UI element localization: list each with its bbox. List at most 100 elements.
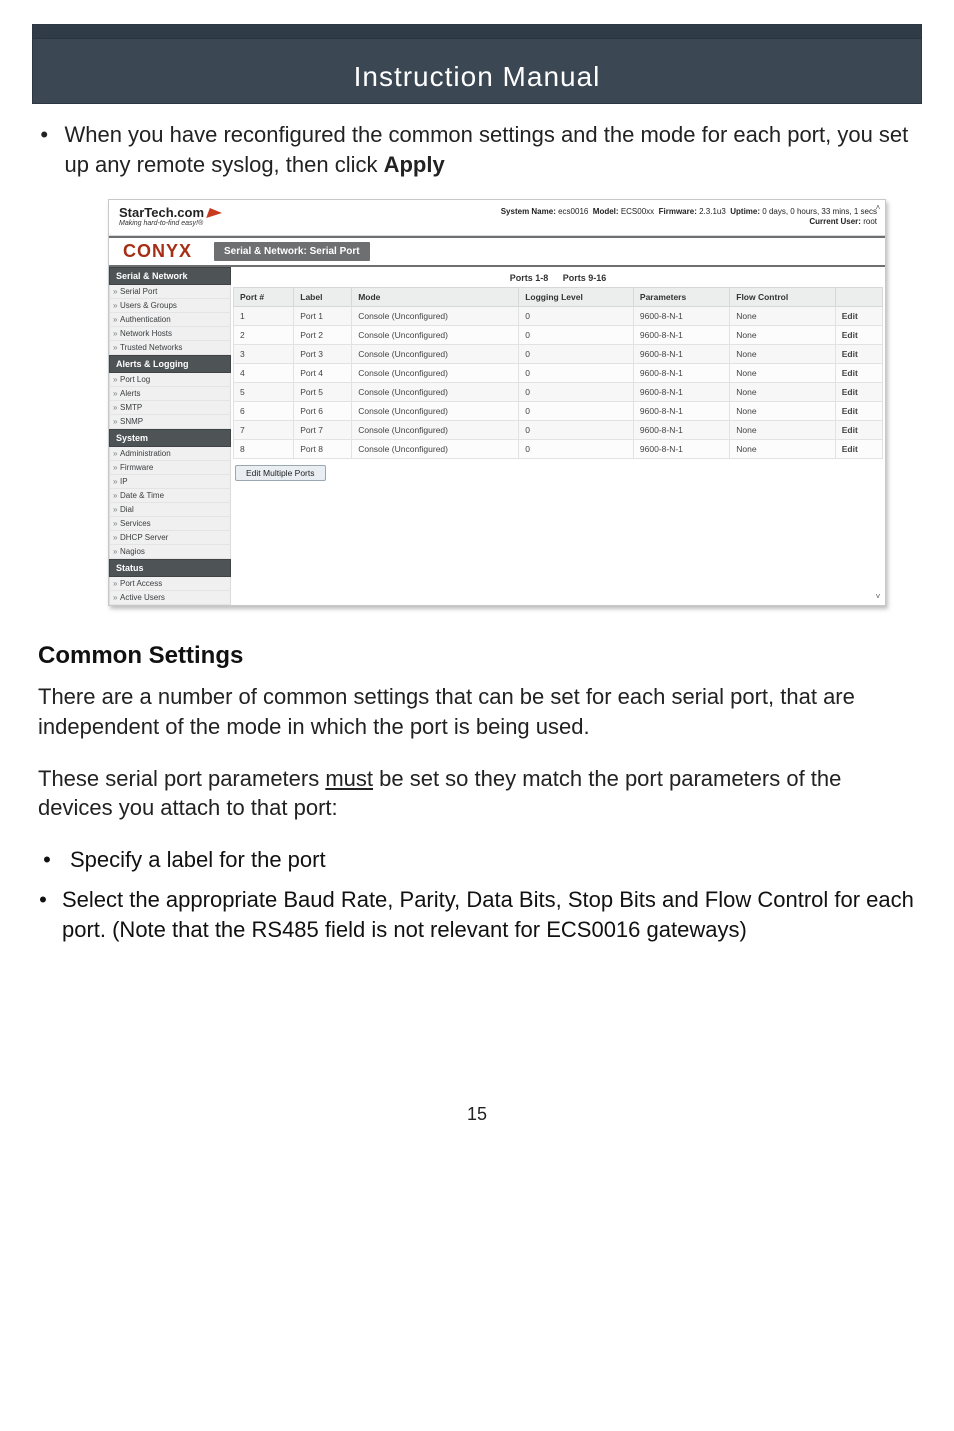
sys-uptime-label: Uptime: (730, 207, 760, 216)
section-title: Serial & Network: Serial Port (214, 242, 370, 261)
sidebar-item-nagios[interactable]: Nagios (109, 545, 231, 559)
col-label: Label (294, 288, 352, 307)
sidebar-item-date-time[interactable]: Date & Time (109, 489, 231, 503)
ports-table: Port # Label Mode Logging Level Paramete… (233, 287, 883, 459)
sidebar-item-snmp[interactable]: SNMP (109, 415, 231, 429)
logo-text: StarTech.com (119, 206, 204, 219)
sidebar-item-administration[interactable]: Administration (109, 447, 231, 461)
cell-logging: 0 (519, 402, 634, 421)
col-logging: Logging Level (519, 288, 634, 307)
cell-logging: 0 (519, 345, 634, 364)
edit-link[interactable]: Edit (835, 421, 882, 440)
cell-params: 9600-8-N-1 (633, 326, 729, 345)
sidebar-item-active-users[interactable]: Active Users (109, 591, 231, 605)
cell-params: 9600-8-N-1 (633, 421, 729, 440)
sys-uptime: 0 days, 0 hours, 33 mins, 1 secs (762, 207, 877, 216)
col-edit (835, 288, 882, 307)
cell-flow: None (730, 440, 835, 459)
cell-mode: Console (Unconfigured) (352, 307, 519, 326)
tab-ports-9-16[interactable]: Ports 9-16 (563, 273, 607, 283)
edit-link[interactable]: Edit (835, 402, 882, 421)
sidebar-item-port-access[interactable]: Port Access (109, 577, 231, 591)
bullet-icon: • (38, 885, 48, 944)
cell-port: 8 (234, 440, 294, 459)
col-params: Parameters (633, 288, 729, 307)
sidebar-item-users-groups[interactable]: Users & Groups (109, 299, 231, 313)
cell-flow: None (730, 383, 835, 402)
cell-params: 9600-8-N-1 (633, 402, 729, 421)
sidebar-item-firmware[interactable]: Firmware (109, 461, 231, 475)
sidebar-item-smtp[interactable]: SMTP (109, 401, 231, 415)
cell-label: Port 7 (294, 421, 352, 440)
sys-user: root (863, 217, 877, 226)
cell-label: Port 4 (294, 364, 352, 383)
cell-port: 2 (234, 326, 294, 345)
cell-mode: Console (Unconfigured) (352, 402, 519, 421)
cell-mode: Console (Unconfigured) (352, 440, 519, 459)
sidebar-item-services[interactable]: Services (109, 517, 231, 531)
cell-params: 9600-8-N-1 (633, 440, 729, 459)
cell-params: 9600-8-N-1 (633, 383, 729, 402)
cell-port: 6 (234, 402, 294, 421)
section-heading: Common Settings (38, 642, 916, 670)
edit-link[interactable]: Edit (835, 345, 882, 364)
table-row: 4Port 4Console (Unconfigured)09600-8-N-1… (234, 364, 883, 383)
edit-link[interactable]: Edit (835, 326, 882, 345)
cell-logging: 0 (519, 440, 634, 459)
sidebar-item-dhcp-server[interactable]: DHCP Server (109, 531, 231, 545)
cell-flow: None (730, 345, 835, 364)
cell-mode: Console (Unconfigured) (352, 345, 519, 364)
sidebar-item-network-hosts[interactable]: Network Hosts (109, 327, 231, 341)
sidebar-item-trusted-networks[interactable]: Trusted Networks (109, 341, 231, 355)
paragraph-1: There are a number of common settings th… (38, 682, 916, 741)
edit-link[interactable]: Edit (835, 440, 882, 459)
sys-name: ecs0016 (558, 207, 588, 216)
cell-params: 9600-8-N-1 (633, 364, 729, 383)
cell-port: 5 (234, 383, 294, 402)
table-row: 3Port 3Console (Unconfigured)09600-8-N-1… (234, 345, 883, 364)
sidebar-section-system: System (109, 429, 231, 447)
sidebar-section-alerts-logging: Alerts & Logging (109, 355, 231, 373)
bullet-1: • Specify a label for the port (38, 845, 916, 875)
intro-bullet: • When you have reconfigured the common … (38, 120, 916, 179)
cell-label: Port 1 (294, 307, 352, 326)
cell-flow: None (730, 307, 835, 326)
sidebar-item-serial-port[interactable]: Serial Port (109, 285, 231, 299)
bullet-1-text: Specify a label for the port (70, 845, 326, 875)
system-info: System Name: ecs0016 Model: ECS00xx Firm… (501, 207, 877, 228)
cell-label: Port 2 (294, 326, 352, 345)
sys-user-label: Current User: (809, 217, 861, 226)
cell-port: 1 (234, 307, 294, 326)
cell-label: Port 6 (294, 402, 352, 421)
para2-underline: must (325, 766, 373, 791)
bullet-2: • Select the appropriate Baud Rate, Pari… (38, 885, 916, 944)
cell-params: 9600-8-N-1 (633, 307, 729, 326)
scroll-down-icon[interactable]: ˅ (873, 592, 883, 602)
edit-multiple-ports-button[interactable]: Edit Multiple Ports (235, 465, 326, 481)
logo-subtitle: Making hard-to-find easy!® (119, 220, 222, 227)
table-row: 6Port 6Console (Unconfigured)09600-8-N-1… (234, 402, 883, 421)
sidebar-section-serial-network: Serial & Network (109, 267, 231, 285)
edit-link[interactable]: Edit (835, 383, 882, 402)
cell-flow: None (730, 326, 835, 345)
sidebar-item-dial[interactable]: Dial (109, 503, 231, 517)
sidebar: Serial & Network Serial Port Users & Gro… (109, 267, 231, 605)
sidebar-item-alerts[interactable]: Alerts (109, 387, 231, 401)
port-tabs: Ports 1-8 Ports 9-16 (233, 267, 883, 287)
edit-link[interactable]: Edit (835, 307, 882, 326)
cell-logging: 0 (519, 421, 634, 440)
logo: StarTech.com (119, 206, 222, 219)
header-bar: Instruction Manual (32, 24, 922, 104)
tab-ports-1-8[interactable]: Ports 1-8 (510, 273, 549, 283)
sidebar-item-ip[interactable]: IP (109, 475, 231, 489)
cell-mode: Console (Unconfigured) (352, 364, 519, 383)
sys-name-label: System Name: (501, 207, 556, 216)
cell-port: 7 (234, 421, 294, 440)
edit-link[interactable]: Edit (835, 364, 882, 383)
sidebar-item-authentication[interactable]: Authentication (109, 313, 231, 327)
scroll-up-icon[interactable]: ˄ (873, 203, 883, 213)
conyx-logo: CONYX (115, 241, 200, 262)
col-mode: Mode (352, 288, 519, 307)
sidebar-item-port-log[interactable]: Port Log (109, 373, 231, 387)
cell-mode: Console (Unconfigured) (352, 326, 519, 345)
